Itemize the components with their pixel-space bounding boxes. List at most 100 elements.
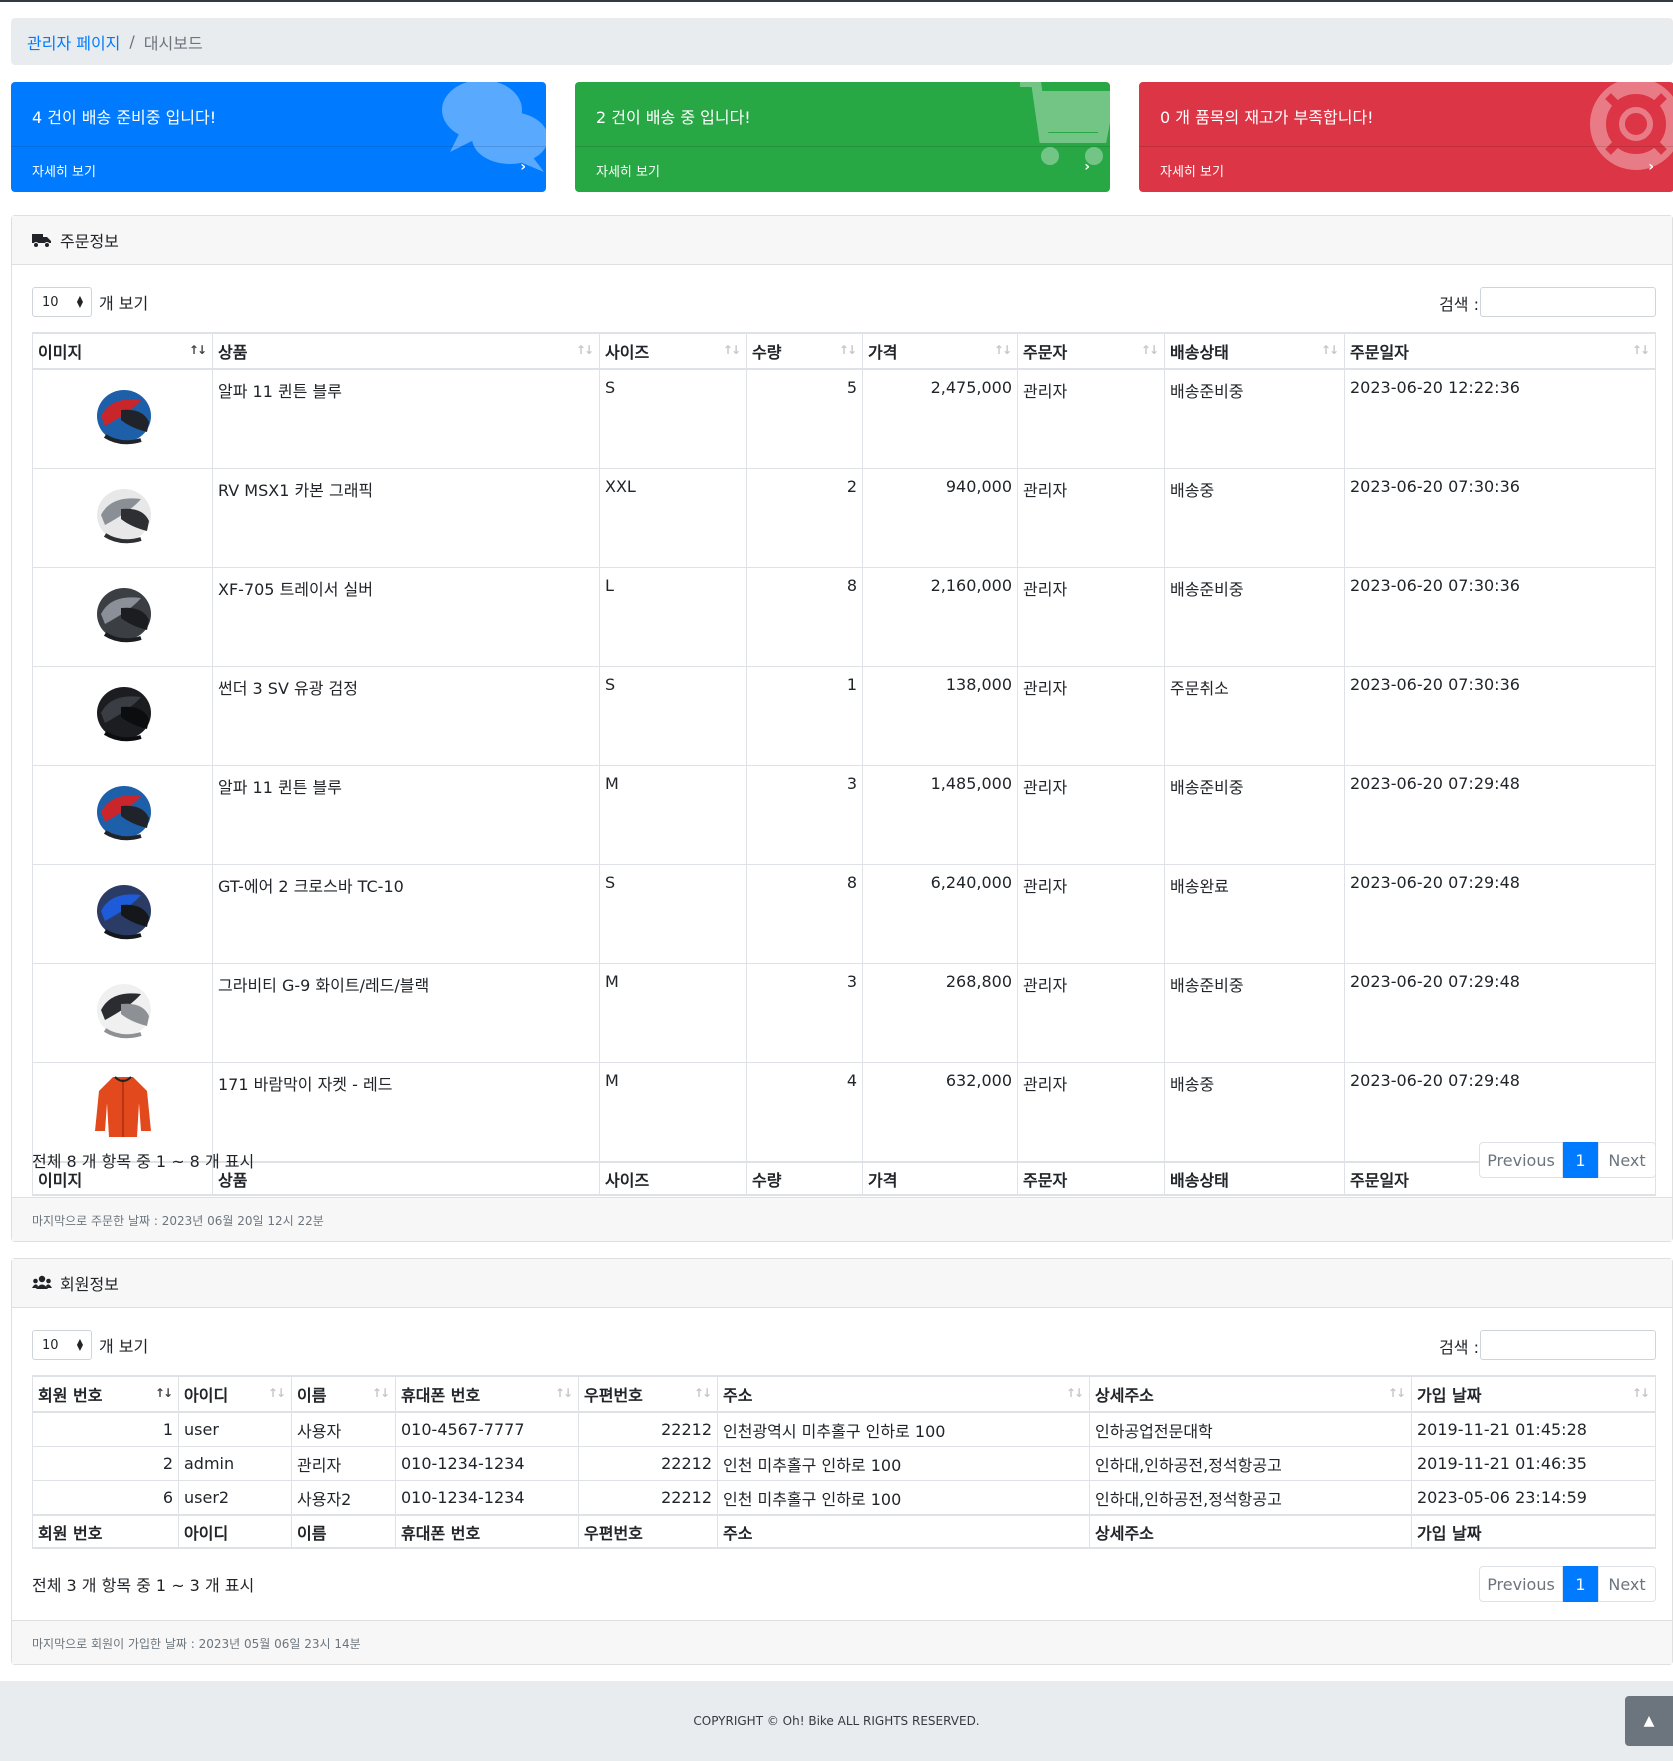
sort-icon: ↑↓ (693, 1386, 712, 1400)
table-row: RV MSX1 카본 그래픽 XXL 2 940,000 관리자 배송중 2023-06-2… (32, 468, 1656, 568)
column-header-label: 우편번호 (584, 1523, 643, 1543)
page-length-value: 10 (42, 1338, 59, 1353)
orders-panel-header: 주문정보 (12, 216, 1672, 265)
quantity-cell: 8 (746, 567, 863, 667)
orders-footer-column-header: 상품 (212, 1161, 600, 1196)
orders-panel-footer: 마지막으로 주문한 날짜 : 2023년 06월 20일 12시 22분 (12, 1197, 1672, 1241)
members-column-header[interactable]: 이름 ↑↓ (291, 1375, 396, 1413)
order-date-cell: 2023-06-20 07:29:48 (1344, 765, 1656, 865)
members-column-header[interactable]: 우편번호 ↑↓ (578, 1375, 718, 1413)
members-previous-button[interactable]: Previous (1479, 1566, 1563, 1602)
quantity-cell: 5 (746, 368, 863, 469)
column-header-label: 이미지 (38, 1170, 83, 1190)
orders-next-button[interactable]: Next (1598, 1142, 1656, 1178)
size-cell: S (599, 864, 747, 964)
price-cell: 6,240,000 (862, 864, 1018, 964)
column-header-label: 상세주소 (1095, 1523, 1154, 1543)
orders-column-header[interactable]: 이미지 ↑↓ (32, 332, 213, 370)
zipcode-cell: 22212 (578, 1411, 718, 1447)
shipping-in-progress-card: 2 건이 배송 중 입니다! 자세히 보기 › (575, 82, 1110, 192)
low-stock-message: 0 개 품목의 재고가 부족합니다! (1160, 108, 1374, 127)
size-cell: M (599, 1062, 747, 1163)
product-thumbnail-image (96, 489, 151, 544)
order-date-cell: 2023-06-20 07:30:36 (1344, 666, 1656, 766)
members-table-head: 회원 번호 ↑↓ 아이디 ↑↓ 이름 ↑↓ 휴대폰 번호 ↑↓ 우편번호 ↑↓ 주소 ↑↓ 상세주소 ↑↓… (32, 1375, 1656, 1413)
price-cell: 1,485,000 (862, 765, 1018, 865)
members-column-header[interactable]: 주소 ↑↓ (717, 1375, 1090, 1413)
sort-icon: ↑↓ (1387, 1386, 1406, 1400)
orders-pagination: Previous 1 Next (1479, 1142, 1656, 1180)
address-detail-cell: 인하공업전문대학 (1089, 1411, 1412, 1447)
low-stock-details-link[interactable]: 자세히 보기 › (1139, 146, 1673, 192)
members-panel: 회원정보 10 ▲ ▼ 개 보기 검색 : 회원 번호 ↑↓ 아이디 ↑↓ 이름 ↑↓ 휴대폰… (11, 1258, 1673, 1665)
sort-icon: ↑↓ (722, 343, 741, 357)
quantity-cell: 8 (746, 864, 863, 964)
delivery-status-cell: 주문취소 (1164, 666, 1345, 766)
page-length-value: 10 (42, 295, 59, 310)
orders-column-header[interactable]: 상품 ↑↓ (212, 332, 600, 370)
members-footer-column-header: 우편번호 (578, 1514, 718, 1549)
delivery-status-cell: 배송중 (1164, 468, 1345, 568)
table-row: 6 user2 사용자2 010-1234-1234 22212 인천 미추홀구 인하로 … (32, 1480, 1656, 1516)
orders-page-length-select[interactable]: 10 ▲ ▼ (32, 287, 92, 317)
details-label: 자세히 보기 (596, 165, 660, 180)
product-image-cell (32, 666, 213, 766)
orderer-cell: 관리자 (1017, 864, 1165, 964)
table-row: 썬더 3 SV 유광 검정 S 1 138,000 관리자 주문취소 2023-06-20 … (32, 666, 1656, 766)
members-search-label: 검색 : (1439, 1338, 1479, 1357)
orders-column-header[interactable]: 주문자 ↑↓ (1017, 332, 1165, 370)
members-column-header[interactable]: 회원 번호 ↑↓ (32, 1375, 179, 1413)
orders-column-header[interactable]: 사이즈 ↑↓ (599, 332, 747, 370)
product-name-cell: 그라비티 G-9 화이트/레드/블랙 (212, 963, 600, 1063)
column-header-label: 가격 (868, 1170, 898, 1190)
delivery-status-cell: 배송준비중 (1164, 963, 1345, 1063)
scroll-to-top-button[interactable]: ▲ (1625, 1696, 1673, 1746)
member-number-cell: 6 (32, 1480, 179, 1516)
members-next-button[interactable]: Next (1598, 1566, 1656, 1602)
breadcrumb-admin-link[interactable]: 관리자 페이지 (27, 30, 120, 54)
product-name-cell: 썬더 3 SV 유광 검정 (212, 666, 600, 766)
size-cell: L (599, 567, 747, 667)
members-column-header[interactable]: 가입 날짜 ↑↓ (1411, 1375, 1656, 1413)
order-date-cell: 2023-06-20 07:30:36 (1344, 468, 1656, 568)
orders-column-header[interactable]: 가격 ↑↓ (862, 332, 1018, 370)
shipping-in-progress-details-link[interactable]: 자세히 보기 › (575, 146, 1110, 192)
members-search-input[interactable] (1480, 1330, 1656, 1360)
members-column-header[interactable]: 상세주소 ↑↓ (1089, 1375, 1412, 1413)
orders-column-header[interactable]: 배송상태 ↑↓ (1164, 332, 1345, 370)
price-cell: 268,800 (862, 963, 1018, 1063)
table-row: 2 admin 관리자 010-1234-1234 22212 인천 미추홀구 인하로 1… (32, 1446, 1656, 1481)
members-page-length-select[interactable]: 10 ▲ ▼ (32, 1330, 92, 1360)
member-name-cell: 관리자 (291, 1446, 396, 1481)
orders-table-foot: 이미지 상품 사이즈 수량 가격 주문자 배송상태 주문일자 (32, 1161, 1656, 1196)
orders-column-header[interactable]: 수량 ↑↓ (746, 332, 863, 370)
column-header-label: 휴대폰 번호 (401, 1386, 481, 1405)
members-table-body: 1 user 사용자 010-4567-7777 22212 인천광역시 미추홀구 인하로… (32, 1411, 1656, 1516)
copyright-text: COPYRIGHT © Oh! Bike ALL RIGHTS RESERVED… (693, 1714, 980, 1728)
orderer-cell: 관리자 (1017, 765, 1165, 865)
table-row: GT-에어 2 크로스바 TC-10 S 8 6,240,000 관리자 배송완료 2023… (32, 864, 1656, 964)
members-footer-column-header: 상세주소 (1089, 1514, 1412, 1549)
member-id-cell: admin (178, 1446, 292, 1481)
orders-column-header[interactable]: 주문일자 ↑↓ (1344, 332, 1656, 370)
members-column-header[interactable]: 휴대폰 번호 ↑↓ (395, 1375, 579, 1413)
members-page-1-button[interactable]: 1 (1563, 1566, 1598, 1602)
orders-previous-button[interactable]: Previous (1479, 1142, 1563, 1178)
orders-page-1-button[interactable]: 1 (1563, 1142, 1598, 1178)
product-name-cell: 171 바람막이 자켓 - 레드 (212, 1062, 600, 1163)
orders-table-body: 알파 11 퀸튼 블루 S 5 2,475,000 관리자 배송준비중 2023-06-20… (32, 368, 1656, 1163)
column-header-label: 가격 (868, 343, 898, 362)
member-name-cell: 사용자 (291, 1411, 396, 1447)
members-table-foot: 회원 번호 아이디 이름 휴대폰 번호 우편번호 주소 상세주소 가입 날짜 (32, 1514, 1656, 1549)
chevron-up-icon: ▲ (1643, 1713, 1655, 1729)
sort-icon: ↑↓ (575, 343, 594, 357)
orders-search-input[interactable] (1480, 287, 1656, 317)
members-footer-column-header: 주소 (717, 1514, 1090, 1549)
members-column-header[interactable]: 아이디 ↑↓ (178, 1375, 292, 1413)
size-cell: S (599, 368, 747, 469)
column-header-label: 회원 번호 (38, 1523, 103, 1543)
breadcrumb-current: 대시보드 (143, 33, 203, 53)
shipping-ready-details-link[interactable]: 자세히 보기 › (11, 146, 546, 192)
column-header-label: 상품 (218, 1170, 248, 1190)
page-footer: COPYRIGHT © Oh! Bike ALL RIGHTS RESERVED… (0, 1681, 1673, 1761)
